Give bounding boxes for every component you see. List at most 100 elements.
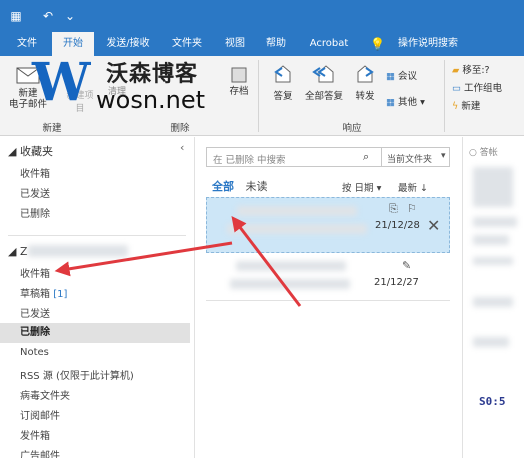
collapse-triangle-icon: ◢ (8, 145, 17, 158)
separator (258, 60, 259, 132)
folder-drafts[interactable]: 草稿箱 [1] (20, 285, 67, 300)
forward-button[interactable]: 转发 (350, 62, 380, 102)
more-icon: ▦ (386, 97, 395, 108)
message-item[interactable]: ✎ 21/12/27 (206, 255, 450, 301)
outlook-window: ▦ ↶ ⌄ 文件 开始 发送/接收 文件夹 视图 帮助 Acrobat 💡 操作… (0, 0, 524, 458)
tab-send-receive[interactable]: 发送/接收 (100, 32, 156, 56)
reply-icon (274, 65, 291, 83)
tell-me-search[interactable]: 操作说明搜索 (386, 32, 470, 56)
account-name: Z (19, 245, 28, 258)
folder-icon: ▰ (452, 65, 460, 76)
folder-outbox[interactable]: 发件箱 (20, 427, 50, 442)
reading-blur (473, 337, 509, 347)
message-date: 21/12/27 (374, 277, 419, 288)
collapse-triangle-icon: ◢ (8, 245, 17, 258)
group-label-new: 新建 (42, 123, 62, 134)
tab-acrobat[interactable]: Acrobat (302, 32, 356, 56)
watermark-url: wosn.net (96, 86, 206, 114)
meeting-label: 会议 (398, 71, 418, 82)
subject-blur (227, 224, 367, 234)
folder-virus[interactable]: 病毒文件夹 (20, 387, 70, 402)
reply-button[interactable]: 答复 (268, 62, 298, 102)
team-email-icon: ▭ (452, 83, 461, 94)
archive-button[interactable]: 存档 (228, 64, 250, 97)
chevron-down-icon[interactable]: ▾ (441, 151, 446, 161)
folder-ads[interactable]: 广告邮件 (20, 447, 60, 458)
arrow-down-icon: ↓ (420, 183, 429, 194)
reading-blur (473, 257, 513, 265)
meeting-button[interactable]: ▦ 会议 (386, 68, 417, 82)
message-item-selected[interactable]: ⎘ ⚐ 21/12/28 ✕ (206, 197, 450, 253)
folder-notes[interactable]: Notes (20, 347, 49, 358)
reply-all-label: 全部答复 (304, 91, 343, 102)
filter-unread-tab[interactable]: 未读 (246, 180, 268, 193)
watermark-logo: W (32, 52, 91, 113)
archive-icon (231, 67, 247, 83)
folder-inbox[interactable]: 收件箱 (20, 265, 50, 280)
search-input[interactable]: 在 已删除 中搜索 (213, 152, 286, 166)
title-bar: ▦ ↶ ⌄ (0, 0, 524, 32)
message-date: 21/12/28 (375, 220, 420, 231)
sender-blur (236, 261, 346, 271)
folder-rss[interactable]: RSS 源 (仅限于此计算机) (20, 367, 134, 382)
reading-blur (473, 217, 517, 227)
favorite-sent[interactable]: 已发送 (20, 185, 50, 200)
more-label: 其他 (398, 97, 418, 108)
chevron-down-icon: ▾ (420, 97, 425, 108)
favorite-inbox[interactable]: 收件箱 (20, 165, 50, 180)
quick-access-dropdown-icon[interactable]: ⌄ (62, 8, 78, 24)
filter-bar: 全部 未读 (212, 178, 268, 194)
collapse-pane-icon[interactable]: ‹ (180, 141, 184, 154)
forward-icon (357, 65, 374, 83)
tab-folder[interactable]: 文件夹 (164, 32, 210, 56)
search-scope-dropdown[interactable]: 当前文件夹 (387, 152, 432, 165)
sort-by-dropdown[interactable]: 按 日期 ▾ (342, 180, 381, 194)
more-respond-button[interactable]: ▦ 其他 ▾ (386, 94, 425, 108)
attachment-icon: ⎘ (389, 202, 398, 215)
reading-pane: ○ 答帐 S0:5 (462, 137, 524, 458)
sort-by-label: 按 日期 (342, 183, 374, 194)
reply-label: 答复 (273, 91, 293, 102)
flag-icon[interactable]: ⚐ (407, 202, 417, 215)
folder-deleted[interactable]: 已删除 (0, 323, 190, 343)
move-to-quickstep[interactable]: ▰ 移至:? (452, 62, 490, 76)
drafts-count-badge: [1] (53, 289, 68, 300)
sender-blur (237, 206, 357, 216)
chevron-down-icon: ▾ (376, 183, 382, 194)
search-icon[interactable]: ⌕ (363, 150, 369, 164)
delete-icon[interactable]: ✕ (427, 216, 440, 235)
watermark-title: 沃森博客 (106, 62, 199, 87)
new-quickstep[interactable]: ϟ 新建 (452, 98, 480, 112)
reading-blur (473, 235, 509, 245)
folder-subscriptions[interactable]: 订阅邮件 (20, 407, 60, 422)
favorites-header[interactable]: ◢ 收藏夹 (8, 143, 53, 159)
reading-blur (473, 297, 513, 307)
edit-draft-icon: ✎ (402, 259, 412, 272)
reply-all-button[interactable]: 全部答复 (302, 62, 346, 102)
tab-view[interactable]: 视图 (218, 32, 252, 56)
reading-blur (473, 167, 513, 207)
divider (8, 235, 186, 236)
subject-blur (230, 279, 350, 289)
reply-all-icon (312, 65, 334, 83)
sort-order-toggle[interactable]: 最新 ↓ (398, 180, 428, 194)
outlook-app-icon: ▦ (10, 9, 22, 23)
favorite-deleted[interactable]: 已删除 (20, 205, 50, 220)
move-to-label: 移至:? (462, 65, 490, 76)
reading-header: ○ 答帐 (469, 145, 498, 158)
filter-all-tab[interactable]: 全部 (212, 180, 234, 193)
undo-icon[interactable]: ↶ (40, 8, 56, 24)
tab-help[interactable]: 帮助 (258, 32, 294, 56)
forward-label: 转发 (355, 91, 375, 102)
search-box[interactable]: 在 已删除 中搜索 ⌕ 当前文件夹 ▾ (206, 147, 450, 167)
sort-order-label: 最新 (398, 183, 418, 194)
account-email-blur (28, 245, 128, 257)
folder-sent[interactable]: 已发送 (20, 305, 50, 320)
separator (381, 148, 382, 166)
account-header[interactable]: ◢ Z (8, 245, 28, 258)
folder-pane: ◢ 收藏夹 ‹ 收件箱 已发送 已删除 ◢ Z 收件箱 草稿箱 [1] 已发送 … (0, 137, 195, 458)
separator (444, 60, 445, 132)
team-email-quickstep[interactable]: ▭ 工作组电 (452, 80, 502, 94)
meeting-icon: ▦ (386, 71, 395, 82)
lightbulb-icon: 💡 (370, 37, 385, 51)
